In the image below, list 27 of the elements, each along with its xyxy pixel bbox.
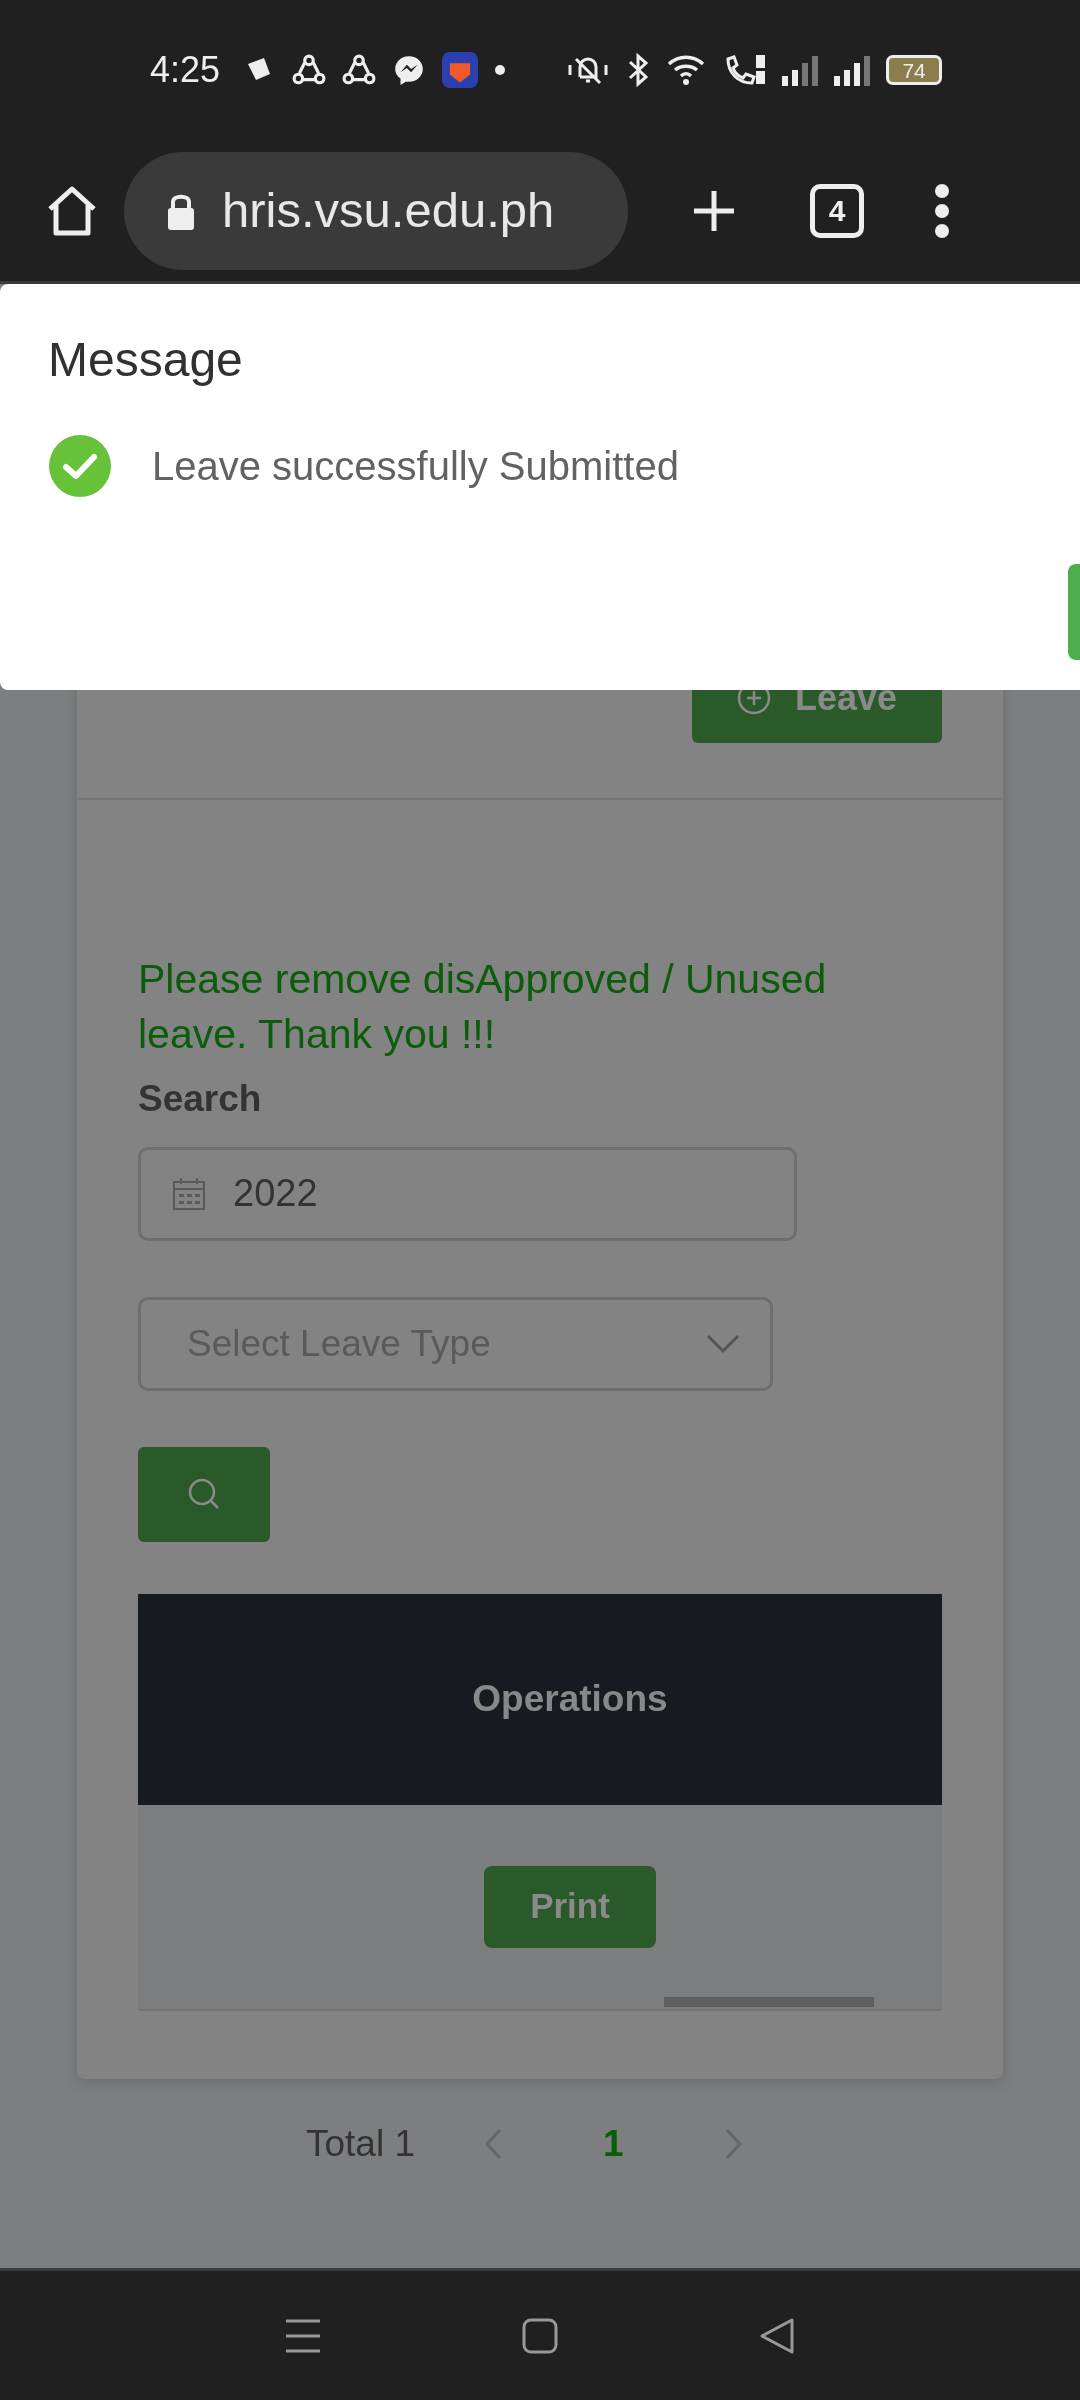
notice-text: Please remove disApproved / Unused leave. Thank you !!!: [138, 955, 828, 1059]
app-icon: [442, 52, 479, 88]
page-number[interactable]: 1: [603, 2115, 624, 2172]
dialog-message: Leave successfully Submitted: [152, 443, 679, 490]
scrollbar[interactable]: [664, 1996, 874, 2007]
calendar-icon: [171, 1175, 207, 1212]
back-icon[interactable]: [758, 2316, 796, 2355]
wifi-icon: [666, 53, 707, 87]
clock: 4:25: [150, 48, 221, 92]
signal-icon: [834, 54, 871, 86]
share-icon: [292, 53, 327, 87]
dot-icon: [494, 64, 507, 76]
signal-icon: [782, 54, 819, 86]
tab-switcher-button[interactable]: 4: [810, 183, 864, 238]
search-label: Search: [138, 1077, 263, 1122]
dialog-title: Message: [48, 332, 244, 388]
column-header: Operations: [472, 1677, 668, 1722]
battery-icon: 74: [886, 55, 943, 85]
home-button-icon[interactable]: [522, 2317, 558, 2354]
year-field[interactable]: 2022: [138, 1146, 797, 1241]
print-button[interactable]: Print: [484, 1865, 656, 1948]
share-icon: [342, 53, 377, 87]
menu-icon[interactable]: [934, 182, 950, 239]
bluetooth-icon: [626, 53, 651, 87]
success-check-icon: [48, 434, 112, 498]
chevron-down-icon: [706, 1333, 740, 1354]
total-count: Total 1: [306, 2121, 415, 2166]
